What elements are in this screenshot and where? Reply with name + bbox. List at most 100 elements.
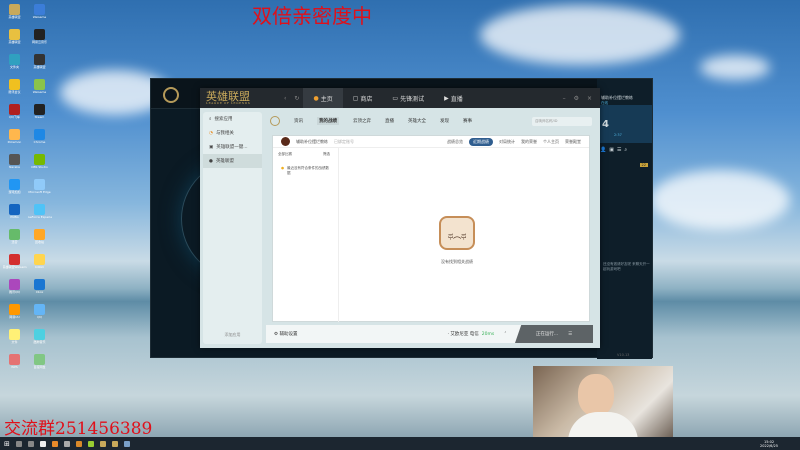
desktop-icon[interactable]: 游戏加加 — [2, 177, 27, 202]
friend-empty-hint: 还没有邀请好友呢 来聊天开一起玩游戏吧 — [603, 262, 650, 271]
subnav-tft[interactable]: 云顶之弈 — [353, 118, 371, 124]
desktop-icon[interactable]: 网易云音乐 — [27, 27, 52, 52]
task-view-icon[interactable] — [27, 440, 34, 447]
sidebar-item-onekey[interactable]: ▣ 英雄联盟一键... — [203, 140, 262, 154]
app-icon[interactable] — [51, 440, 58, 447]
subnav-esports[interactable]: 赛事 — [463, 118, 472, 124]
desktop-icon-label: 游戏加加 — [8, 190, 21, 194]
sidebar-item-related[interactable]: ◔ 与我相关 — [203, 126, 262, 140]
cloud — [480, 5, 680, 65]
tab-store[interactable]: ▢ 商店 — [343, 88, 383, 108]
match-list: 全部比赛 筛选 ● 最近没有符合条件的战绩数据 — [273, 148, 339, 322]
search-icon[interactable] — [15, 440, 22, 447]
chevron-up-icon[interactable]: ˄ — [504, 332, 506, 337]
assist-settings-button[interactable]: 辅助设置 — [279, 331, 297, 337]
player-search-input[interactable]: 召唤师名称/ID — [532, 116, 592, 126]
desktop-icon[interactable]: Chrome — [27, 127, 52, 152]
desktop-icon[interactable]: 迅雷 — [2, 227, 27, 252]
desktop-icon[interactable]: QQ — [27, 302, 52, 327]
desktop-icon[interactable]: 文件夹 — [2, 52, 27, 77]
wegame-window: 英雄联盟 LEAGUE OF LEGENDS ‹ ↻ ● 主页 ▢ 商店 ▭ 先锋测试 … — [200, 88, 600, 348]
record-tab-stats[interactable]: 对局统计 — [499, 139, 515, 145]
friend-toolbar-icons[interactable]: 👤▣☰⌕ — [600, 147, 630, 153]
sidebar-item-lol[interactable]: ● 英雄联盟 — [203, 154, 262, 168]
settings-icon[interactable]: ⚙ — [574, 95, 579, 102]
desktop-icon[interactable]: GeForce Experience — [27, 202, 52, 227]
record-tab-recent[interactable]: 近期战绩 — [469, 137, 493, 146]
record-tab-hall[interactable]: 荣誉殿堂 — [565, 139, 581, 145]
desktop-icon[interactable]: QQ飞车 — [2, 102, 27, 127]
back-icon[interactable]: ‹ — [280, 95, 290, 102]
desktop-icon[interactable]: PUBG — [2, 202, 27, 227]
close-icon[interactable]: × — [587, 95, 592, 102]
app-icon — [9, 354, 20, 365]
desktop-icon[interactable]: Naraka — [2, 152, 27, 177]
refresh-icon[interactable]: ↻ — [290, 95, 303, 102]
desktop-icon[interactable]: WeGame — [27, 2, 52, 27]
lol-taskbar-icon[interactable] — [99, 440, 106, 447]
subnav-my-record[interactable]: 我的战绩 — [317, 117, 339, 125]
app-icon — [34, 29, 45, 40]
desktop-icon[interactable]: 英雄联盟 — [2, 2, 27, 27]
client-version: V10.13 — [617, 353, 630, 357]
desktop-icon-label: 迅雷 — [11, 240, 18, 244]
desktop-icon-label: WPS — [11, 365, 18, 369]
subnav-champions[interactable]: 英雄大全 — [408, 118, 426, 124]
desktop-icon-label: Xbox — [35, 290, 44, 294]
desktop-icon[interactable]: 英雄联盟WeGame — [2, 252, 27, 277]
queue-time: 2:37 — [614, 133, 622, 137]
desktop-icon[interactable]: WeGame — [27, 77, 52, 102]
desktop-icon[interactable]: 英雄联盟 — [2, 27, 27, 52]
desktop-icon-label: Naraka — [9, 165, 20, 169]
desktop-icon[interactable]: 回收站 — [27, 227, 52, 252]
desktop-icon[interactable]: 腾讯QQ — [2, 277, 27, 302]
desktop-icon-label: QQ — [37, 315, 42, 319]
filter-button[interactable]: 筛选 — [323, 152, 330, 157]
desktop-icon[interactable]: Steam — [27, 102, 52, 127]
app-icon[interactable] — [87, 440, 94, 447]
desktop-icon[interactable]: 文件 — [2, 327, 27, 352]
record-tab-profile[interactable]: 个人主页 — [543, 139, 559, 145]
tab-live[interactable]: ▶ 直播 — [434, 88, 473, 108]
match-filter-dropdown[interactable]: 全部比赛 — [278, 152, 292, 157]
tab-pioneer[interactable]: ▭ 先锋测试 — [382, 88, 434, 108]
tab-home[interactable]: ● 主页 — [303, 88, 343, 108]
lol-client-taskbar-icon[interactable] — [111, 440, 118, 447]
app-icon[interactable] — [75, 440, 82, 447]
desktop-icon[interactable]: Xbox — [27, 277, 52, 302]
record-tab-honor[interactable]: 我的荣誉 — [521, 139, 537, 145]
app-icon[interactable] — [63, 440, 70, 447]
add-app-button[interactable]: 添加应用 — [203, 332, 262, 338]
desktop-icon[interactable]: WPS — [2, 352, 27, 377]
friend-badge: 22 — [639, 163, 648, 167]
start-icon[interactable]: ⊞ — [4, 440, 10, 448]
app-search-input[interactable]: ⌕ 搜索应用 — [203, 112, 262, 126]
desktop-icon-label: 网易云音乐 — [31, 40, 47, 44]
app-icon — [34, 54, 45, 65]
app-icon[interactable] — [39, 440, 46, 447]
taskbar: ⊞ 15:02 2022/6/25 — [0, 437, 800, 450]
desktop-icon[interactable]: Pokemon — [2, 127, 27, 152]
top-banner: 双倍亲密度中 — [252, 4, 372, 28]
app-icon — [9, 254, 20, 265]
desktop-icon[interactable]: 腾讯会议 — [2, 77, 27, 102]
subnav-news[interactable]: 资讯 — [294, 118, 303, 124]
app-icon[interactable] — [123, 440, 130, 447]
desktop-icon[interactable]: 网易UU — [2, 302, 27, 327]
minimize-icon[interactable]: – — [563, 95, 566, 102]
desktop-icon[interactable]: 百度网盘 — [27, 352, 52, 377]
clock[interactable]: 15:02 2022/6/25 — [760, 440, 800, 448]
subnav-discover[interactable]: 发现 — [440, 118, 449, 124]
running-button[interactable]: 正在运行... ☰ — [515, 325, 593, 343]
desktop-icon-label: Microsoft Edge — [28, 190, 51, 194]
subnav-live[interactable]: 直播 — [385, 118, 394, 124]
desktop-icon[interactable]: 酷狗音乐 — [27, 327, 52, 352]
desktop-icon[interactable]: Microsoft Edge — [27, 177, 52, 202]
app-icon — [9, 179, 20, 190]
record-tab-overview[interactable]: 战绩总览 — [447, 139, 463, 145]
desktop-icon[interactable]: OBS Studio — [27, 152, 52, 177]
desktop-icon[interactable]: bilibili — [27, 252, 52, 277]
desktop-icon[interactable]: 英雄联盟 — [27, 52, 52, 77]
desktop-icon-label: 腾讯会议 — [8, 90, 21, 94]
brand-logo: 英雄联盟 LEAGUE OF LEGENDS — [206, 90, 251, 105]
